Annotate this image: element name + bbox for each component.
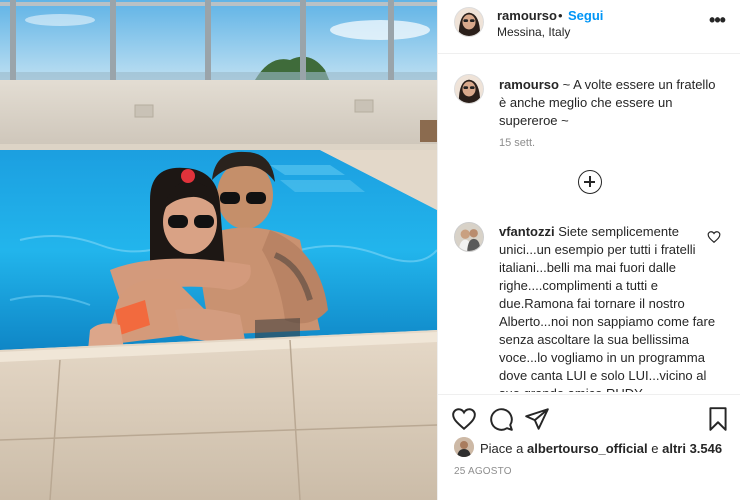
pool-photo-image (0, 0, 437, 500)
comment-text-block: vfantozzi Siete semplicemente unici...un… (499, 223, 721, 392)
caption-username[interactable]: ramourso (499, 77, 559, 92)
more-options-icon[interactable]: ••• (707, 11, 727, 32)
post-side-panel: ramourso • Segui Messina, Italy ••• ramo… (437, 0, 740, 500)
plus-circle-icon[interactable] (578, 170, 602, 194)
commenter-avatar[interactable] (454, 222, 484, 252)
post-location[interactable]: Messina, Italy (497, 25, 570, 39)
bookmark-icon[interactable] (705, 406, 731, 432)
heart-icon[interactable] (451, 406, 477, 432)
paper-plane-icon[interactable] (524, 406, 550, 432)
likes-others-count[interactable]: altri 3.546 (662, 441, 722, 456)
separator-dot: • (558, 8, 563, 23)
comment-item: vfantozzi Siete semplicemente unici...un… (438, 216, 740, 392)
post-photo[interactable] (0, 0, 437, 500)
author-avatar[interactable] (454, 7, 484, 37)
likes-prefix: Piace a (480, 441, 524, 456)
comment-bubble-icon[interactable] (488, 406, 514, 432)
follow-button[interactable]: Segui (568, 8, 603, 23)
comment-like-heart-icon[interactable] (707, 230, 721, 244)
caption-timestamp[interactable]: 15 sett. (499, 137, 535, 149)
author-username[interactable]: ramourso (497, 8, 557, 23)
likes-summary: Piace a albertourso_official e altri 3.5… (480, 441, 722, 456)
post-header: ramourso • Segui Messina, Italy ••• (438, 0, 740, 54)
comment-text: Siete semplicemente unici...un esempio p… (499, 224, 716, 392)
post-actions: Piace a albertourso_official e altri 3.5… (438, 394, 740, 500)
post-date[interactable]: 25 AGOSTO (454, 466, 512, 477)
caption-author-avatar[interactable] (454, 74, 484, 104)
likes-conjunction: e (651, 441, 659, 456)
comment-username[interactable]: vfantozzi (499, 224, 555, 239)
liker-avatar[interactable] (454, 437, 474, 457)
caption-text-block: ramourso ~ A volte essere un fratello è … (499, 76, 725, 130)
liker-username[interactable]: albertourso_official (527, 441, 648, 456)
